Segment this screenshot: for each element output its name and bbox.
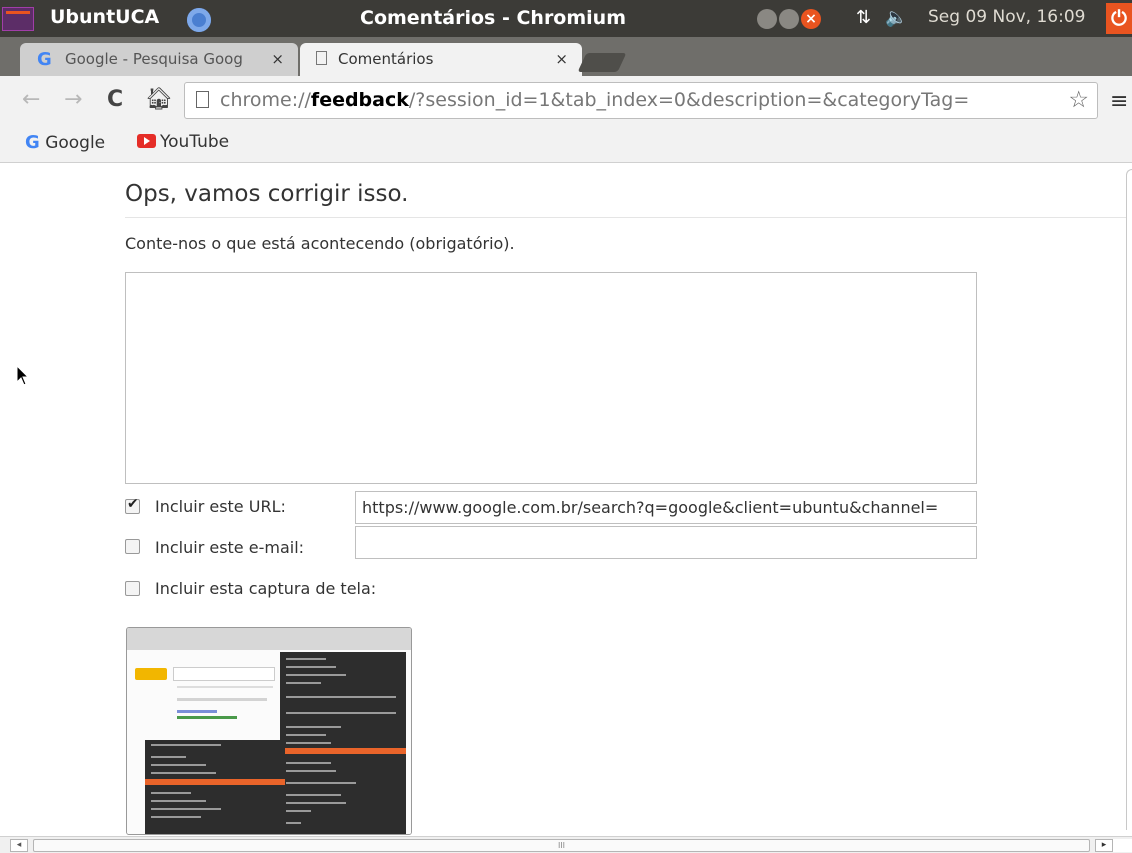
include-screenshot-checkbox[interactable] — [125, 581, 140, 596]
page-favicon-icon — [316, 51, 327, 65]
thumbnail-menu-item — [151, 764, 206, 766]
google-favicon-icon: G — [37, 49, 52, 70]
power-icon[interactable]: ⏻ — [1106, 3, 1132, 34]
thumbnail-menu-item — [286, 734, 326, 736]
thumbnail-menu-item — [151, 808, 221, 810]
thumbnail-menu-item — [286, 810, 311, 812]
feedback-page: Ops, vamos corrigir isso. Conte-nos o qu… — [0, 163, 1132, 836]
network-icon[interactable]: ⇅ — [856, 7, 871, 28]
url-field[interactable]: https://www.google.com.br/search?q=googl… — [355, 491, 977, 524]
bookmark-label: Google — [45, 133, 106, 153]
top-panel: UbuntUCA Comentários - Chromium × ⇅ 🔈 Se… — [0, 0, 1132, 37]
thumbnail-menu-item — [151, 800, 206, 802]
page-title: Ops, vamos corrigir isso. — [125, 181, 409, 207]
close-window-button[interactable]: × — [801, 9, 821, 29]
thumbnail-menu-item — [286, 802, 346, 804]
scroll-left-arrow-icon[interactable]: ◂ — [10, 839, 28, 852]
browser-toolbar: ← → C 🏠︎ chrome://feedback/?session_id=1… — [0, 76, 1132, 126]
app-launcher-icon[interactable] — [2, 4, 48, 36]
thumbnail-link-line — [177, 710, 217, 713]
url-scheme: chrome:// — [220, 89, 311, 111]
bookmark-google[interactable]: G Google — [25, 132, 105, 153]
bookmark-youtube[interactable]: YouTube — [137, 132, 229, 152]
thumbnail-menu-item — [286, 770, 336, 772]
thumbnail-menu-item — [286, 696, 396, 698]
tab-strip: G Google - Pesquisa Goog × Comentários × — [0, 37, 1132, 76]
page-icon — [196, 91, 209, 108]
include-screenshot-label[interactable]: Incluir esta captura de tela: — [155, 579, 376, 598]
forward-arrow-icon[interactable]: → — [64, 87, 82, 112]
tab-google-search[interactable]: G Google - Pesquisa Goog × — [20, 43, 298, 76]
scroll-right-arrow-icon[interactable]: ▸ — [1095, 839, 1113, 852]
chromium-icon[interactable] — [187, 8, 211, 32]
thumbnail-menu-item — [151, 816, 201, 818]
screenshot-thumbnail[interactable] — [126, 627, 412, 835]
url-path: /?session_id=1&tab_index=0&description=&… — [408, 89, 970, 111]
url-host: feedback — [310, 89, 409, 111]
include-email-checkbox[interactable] — [125, 539, 140, 554]
tab-label: Comentários — [338, 50, 434, 68]
thumbnail-menu-item — [286, 742, 331, 744]
google-icon: G — [25, 132, 40, 153]
scrollbar-thumb[interactable]: III — [33, 839, 1090, 852]
thumbnail-url-line — [177, 716, 237, 719]
thumbnail-menu-item — [286, 682, 321, 684]
thumbnail-browser-bar — [127, 628, 411, 650]
tab-label: Google - Pesquisa Goog — [65, 50, 243, 68]
thumbnail-menu-item — [286, 726, 341, 728]
tab-feedback[interactable]: Comentários × — [300, 43, 582, 76]
thumbnail-menu-item — [286, 674, 346, 676]
address-bar[interactable]: chrome://feedback/?session_id=1&tab_inde… — [184, 82, 1098, 119]
thumbnail-menu-item — [286, 762, 331, 764]
minimize-button[interactable] — [757, 9, 777, 29]
thumbnail-page — [127, 650, 411, 834]
thumbnail-menu-item — [286, 666, 336, 668]
thumbnail-logo — [135, 668, 167, 680]
clock[interactable]: Seg 09 Nov, 16:09 — [928, 7, 1085, 27]
thumbnail-menu-item — [151, 744, 221, 746]
volume-icon[interactable]: 🔈 — [885, 7, 907, 28]
thumbnail-menu-item — [286, 794, 341, 796]
include-url-checkbox[interactable] — [125, 496, 140, 514]
thumbnail-menu — [280, 652, 406, 834]
reload-icon[interactable]: C — [107, 87, 123, 112]
tab-close-icon[interactable]: × — [271, 50, 284, 68]
thumbnail-menu-item — [151, 756, 186, 758]
menu-icon[interactable]: ≡ — [1110, 89, 1128, 114]
bookmark-label: YouTube — [160, 132, 230, 152]
maximize-button[interactable] — [779, 9, 799, 29]
thumbnail-menu-item — [286, 822, 301, 824]
description-textarea[interactable] — [125, 272, 977, 484]
thumbnail-menu-highlight — [145, 779, 285, 785]
home-icon[interactable]: 🏠︎ — [145, 87, 173, 112]
bookmarks-bar: G Google YouTube — [0, 126, 1132, 163]
window-title: Comentários - Chromium — [360, 7, 626, 29]
url-text[interactable]: chrome://feedback/?session_id=1&tab_inde… — [220, 89, 969, 111]
include-email-label[interactable]: Incluir este e-mail: — [155, 538, 304, 557]
email-field[interactable] — [355, 526, 977, 559]
thumbnail-search-box — [173, 667, 275, 681]
thumbnail-divider — [177, 686, 273, 688]
title-divider — [125, 217, 1126, 218]
thumbnail-menu-item — [286, 782, 356, 784]
back-arrow-icon[interactable]: ← — [22, 87, 40, 112]
description-label: Conte-nos o que está acontecendo (obriga… — [125, 234, 515, 253]
thumbnail-menu-highlight — [280, 748, 406, 754]
horizontal-scrollbar[interactable]: ◂ III ▸ — [0, 836, 1132, 853]
new-tab-button[interactable] — [577, 53, 627, 72]
thumbnail-menu-item — [151, 792, 191, 794]
bookmark-star-icon[interactable]: ☆ — [1068, 87, 1089, 113]
thumbnail-submenu — [145, 740, 285, 834]
tab-close-icon[interactable]: × — [555, 50, 568, 68]
thumbnail-menu-item — [286, 712, 396, 714]
thumbnail-menu-item — [286, 658, 326, 660]
scroll-corner — [1113, 839, 1132, 852]
thumbnail-text-line — [177, 698, 267, 701]
app-name: UbuntUCA — [50, 6, 160, 28]
youtube-icon — [137, 134, 156, 148]
thumbnail-menu-item — [151, 772, 216, 774]
page-edge — [1126, 169, 1132, 830]
include-url-label[interactable]: Incluir este URL: — [155, 497, 286, 516]
